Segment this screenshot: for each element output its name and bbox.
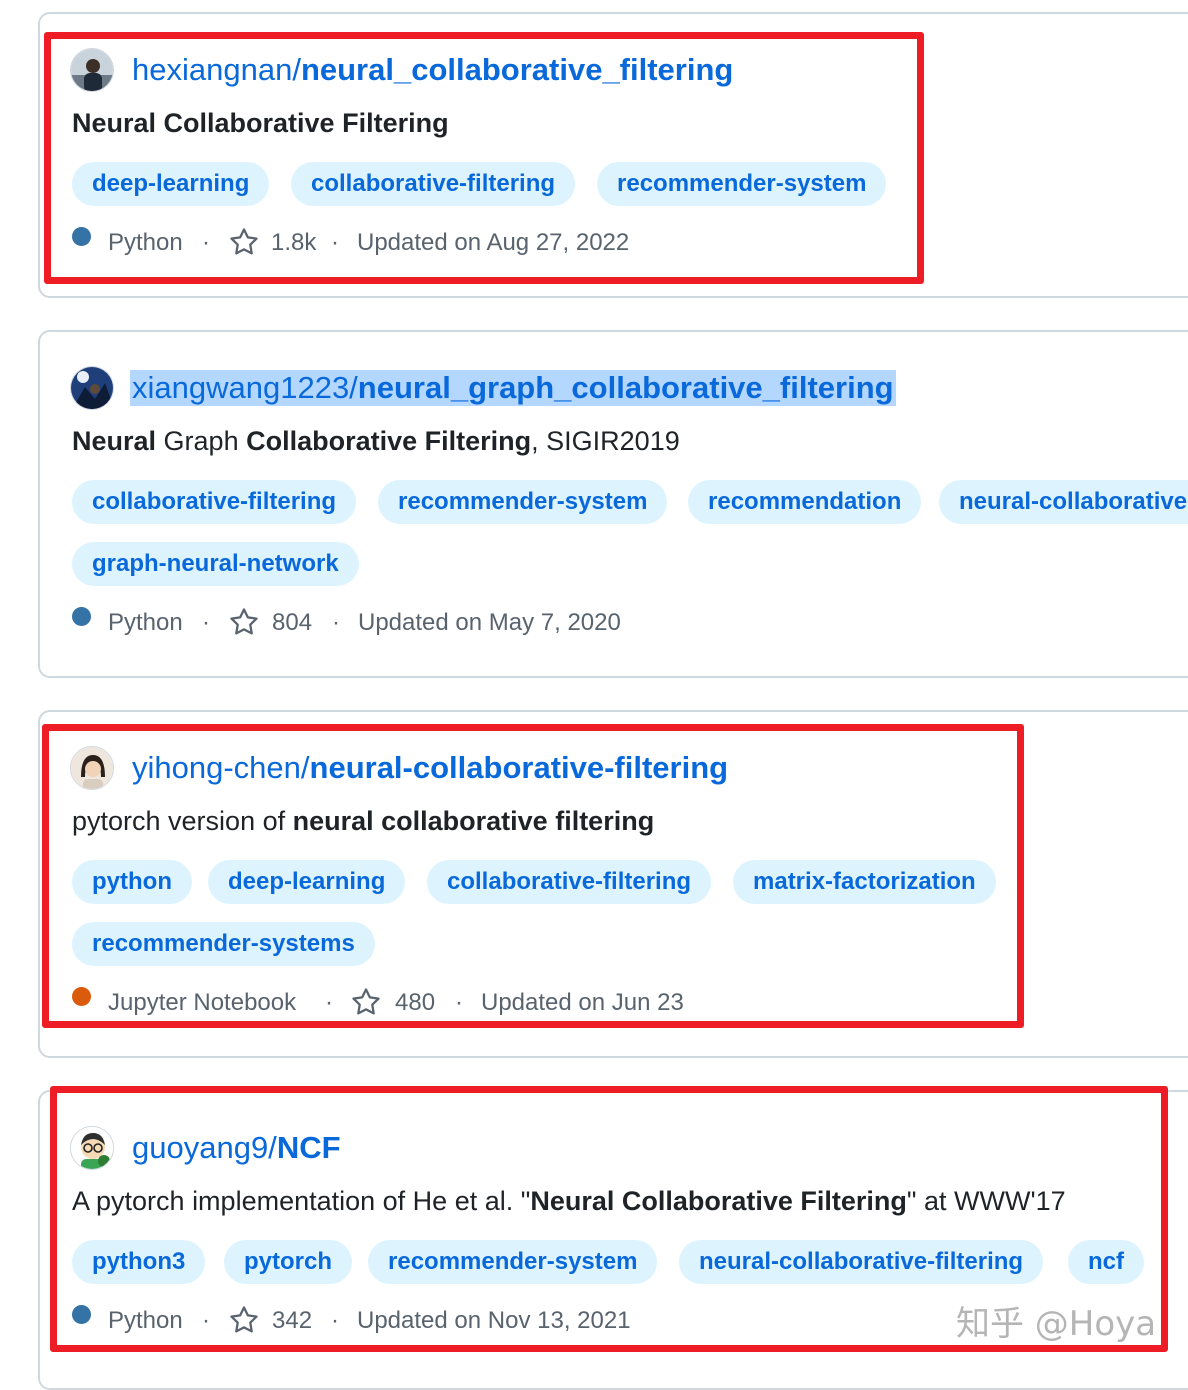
repo-meta: Jupyter Notebook · 480 · Updated on Jun …: [72, 987, 732, 1019]
language-dot-icon: [72, 1305, 91, 1324]
topic-tag[interactable]: deep-learning: [208, 860, 406, 904]
star-icon[interactable]: [228, 606, 260, 638]
separator-dot: ·: [332, 609, 340, 636]
repo-description: Neural Collaborative Filtering: [72, 108, 449, 138]
star-icon[interactable]: [228, 1304, 260, 1336]
topic-tag[interactable]: python: [72, 860, 192, 904]
repo-description: pytorch version of neural collaborative …: [72, 806, 655, 836]
language-label: Jupyter Notebook: [108, 989, 297, 1016]
repo-meta: Python · 1.8k · Updated on Aug 27, 2022: [72, 227, 692, 259]
avatar-icon[interactable]: [70, 366, 114, 410]
separator-dot: ·: [455, 989, 463, 1016]
language-label: Python: [108, 609, 183, 636]
watermark: 知乎 @Hoya: [956, 1304, 1157, 1344]
updated-date: Updated on Aug 27, 2022: [357, 229, 630, 256]
topic-tag[interactable]: recommender-system: [368, 1240, 658, 1284]
star-count[interactable]: 804: [272, 607, 312, 639]
updated-date: Updated on Nov 13, 2021: [357, 1307, 631, 1334]
separator-dot: ·: [202, 229, 210, 256]
repo-title-link[interactable]: guoyang9/NCF: [132, 1130, 341, 1166]
topic-tag[interactable]: recommender-systems: [72, 922, 375, 966]
star-count[interactable]: 342: [272, 1305, 312, 1337]
star-count[interactable]: 480: [395, 987, 435, 1019]
topic-tag[interactable]: pytorch: [224, 1240, 353, 1284]
language-label: Python: [108, 1307, 183, 1334]
repo-title-link[interactable]: hexiangnan/neural_collaborative_filterin…: [132, 52, 733, 88]
star-count[interactable]: 1.8k: [271, 227, 316, 259]
topic-tag[interactable]: collaborative-filtering: [291, 162, 576, 206]
repo-meta: Python · 342 · Updated on Nov 13, 2021: [72, 1305, 692, 1337]
topic-tag[interactable]: python3: [72, 1240, 206, 1284]
topic-tag[interactable]: neural-collaborative: [939, 480, 1188, 524]
topic-tag[interactable]: neural-collaborative-filtering: [679, 1240, 1044, 1284]
repo-title-link[interactable]: xiangwang1223/neural_graph_collaborative…: [130, 370, 896, 406]
avatar-icon[interactable]: [70, 1126, 114, 1170]
separator-dot: ·: [202, 1307, 210, 1334]
updated-date: Updated on May 7, 2020: [358, 609, 621, 636]
topic-tag[interactable]: recommender-system: [597, 162, 887, 206]
topic-tag[interactable]: matrix-factorization: [733, 860, 996, 904]
repo-meta: Python · 804 · Updated on May 7, 2020: [72, 607, 692, 639]
language-dot-icon: [72, 987, 91, 1006]
separator-dot: ·: [331, 229, 339, 256]
repo-description: Neural Graph Collaborative Filtering, SI…: [72, 426, 680, 456]
language-dot-icon: [72, 227, 91, 246]
topic-tag[interactable]: recommender-system: [378, 480, 668, 524]
topic-tag[interactable]: recommendation: [688, 480, 922, 524]
topic-tag[interactable]: graph-neural-network: [72, 542, 359, 586]
topic-tag[interactable]: collaborative-filtering: [427, 860, 712, 904]
repo-description: A pytorch implementation of He et al. "N…: [72, 1186, 1066, 1216]
separator-dot: ·: [331, 1307, 339, 1334]
updated-date: Updated on Jun 23: [481, 989, 684, 1016]
star-icon[interactable]: [350, 986, 382, 1018]
language-label: Python: [108, 229, 183, 256]
avatar-icon[interactable]: [70, 746, 114, 790]
topic-tag[interactable]: collaborative-filtering: [72, 480, 357, 524]
topic-tag[interactable]: deep-learning: [72, 162, 270, 206]
star-icon[interactable]: [228, 226, 260, 258]
avatar-icon[interactable]: [70, 48, 114, 92]
separator-dot: ·: [325, 989, 333, 1016]
topic-tag[interactable]: ncf: [1068, 1240, 1144, 1284]
repo-title-link[interactable]: yihong-chen/neural-collaborative-filteri…: [132, 750, 728, 786]
language-dot-icon: [72, 607, 91, 626]
separator-dot: ·: [202, 609, 210, 636]
